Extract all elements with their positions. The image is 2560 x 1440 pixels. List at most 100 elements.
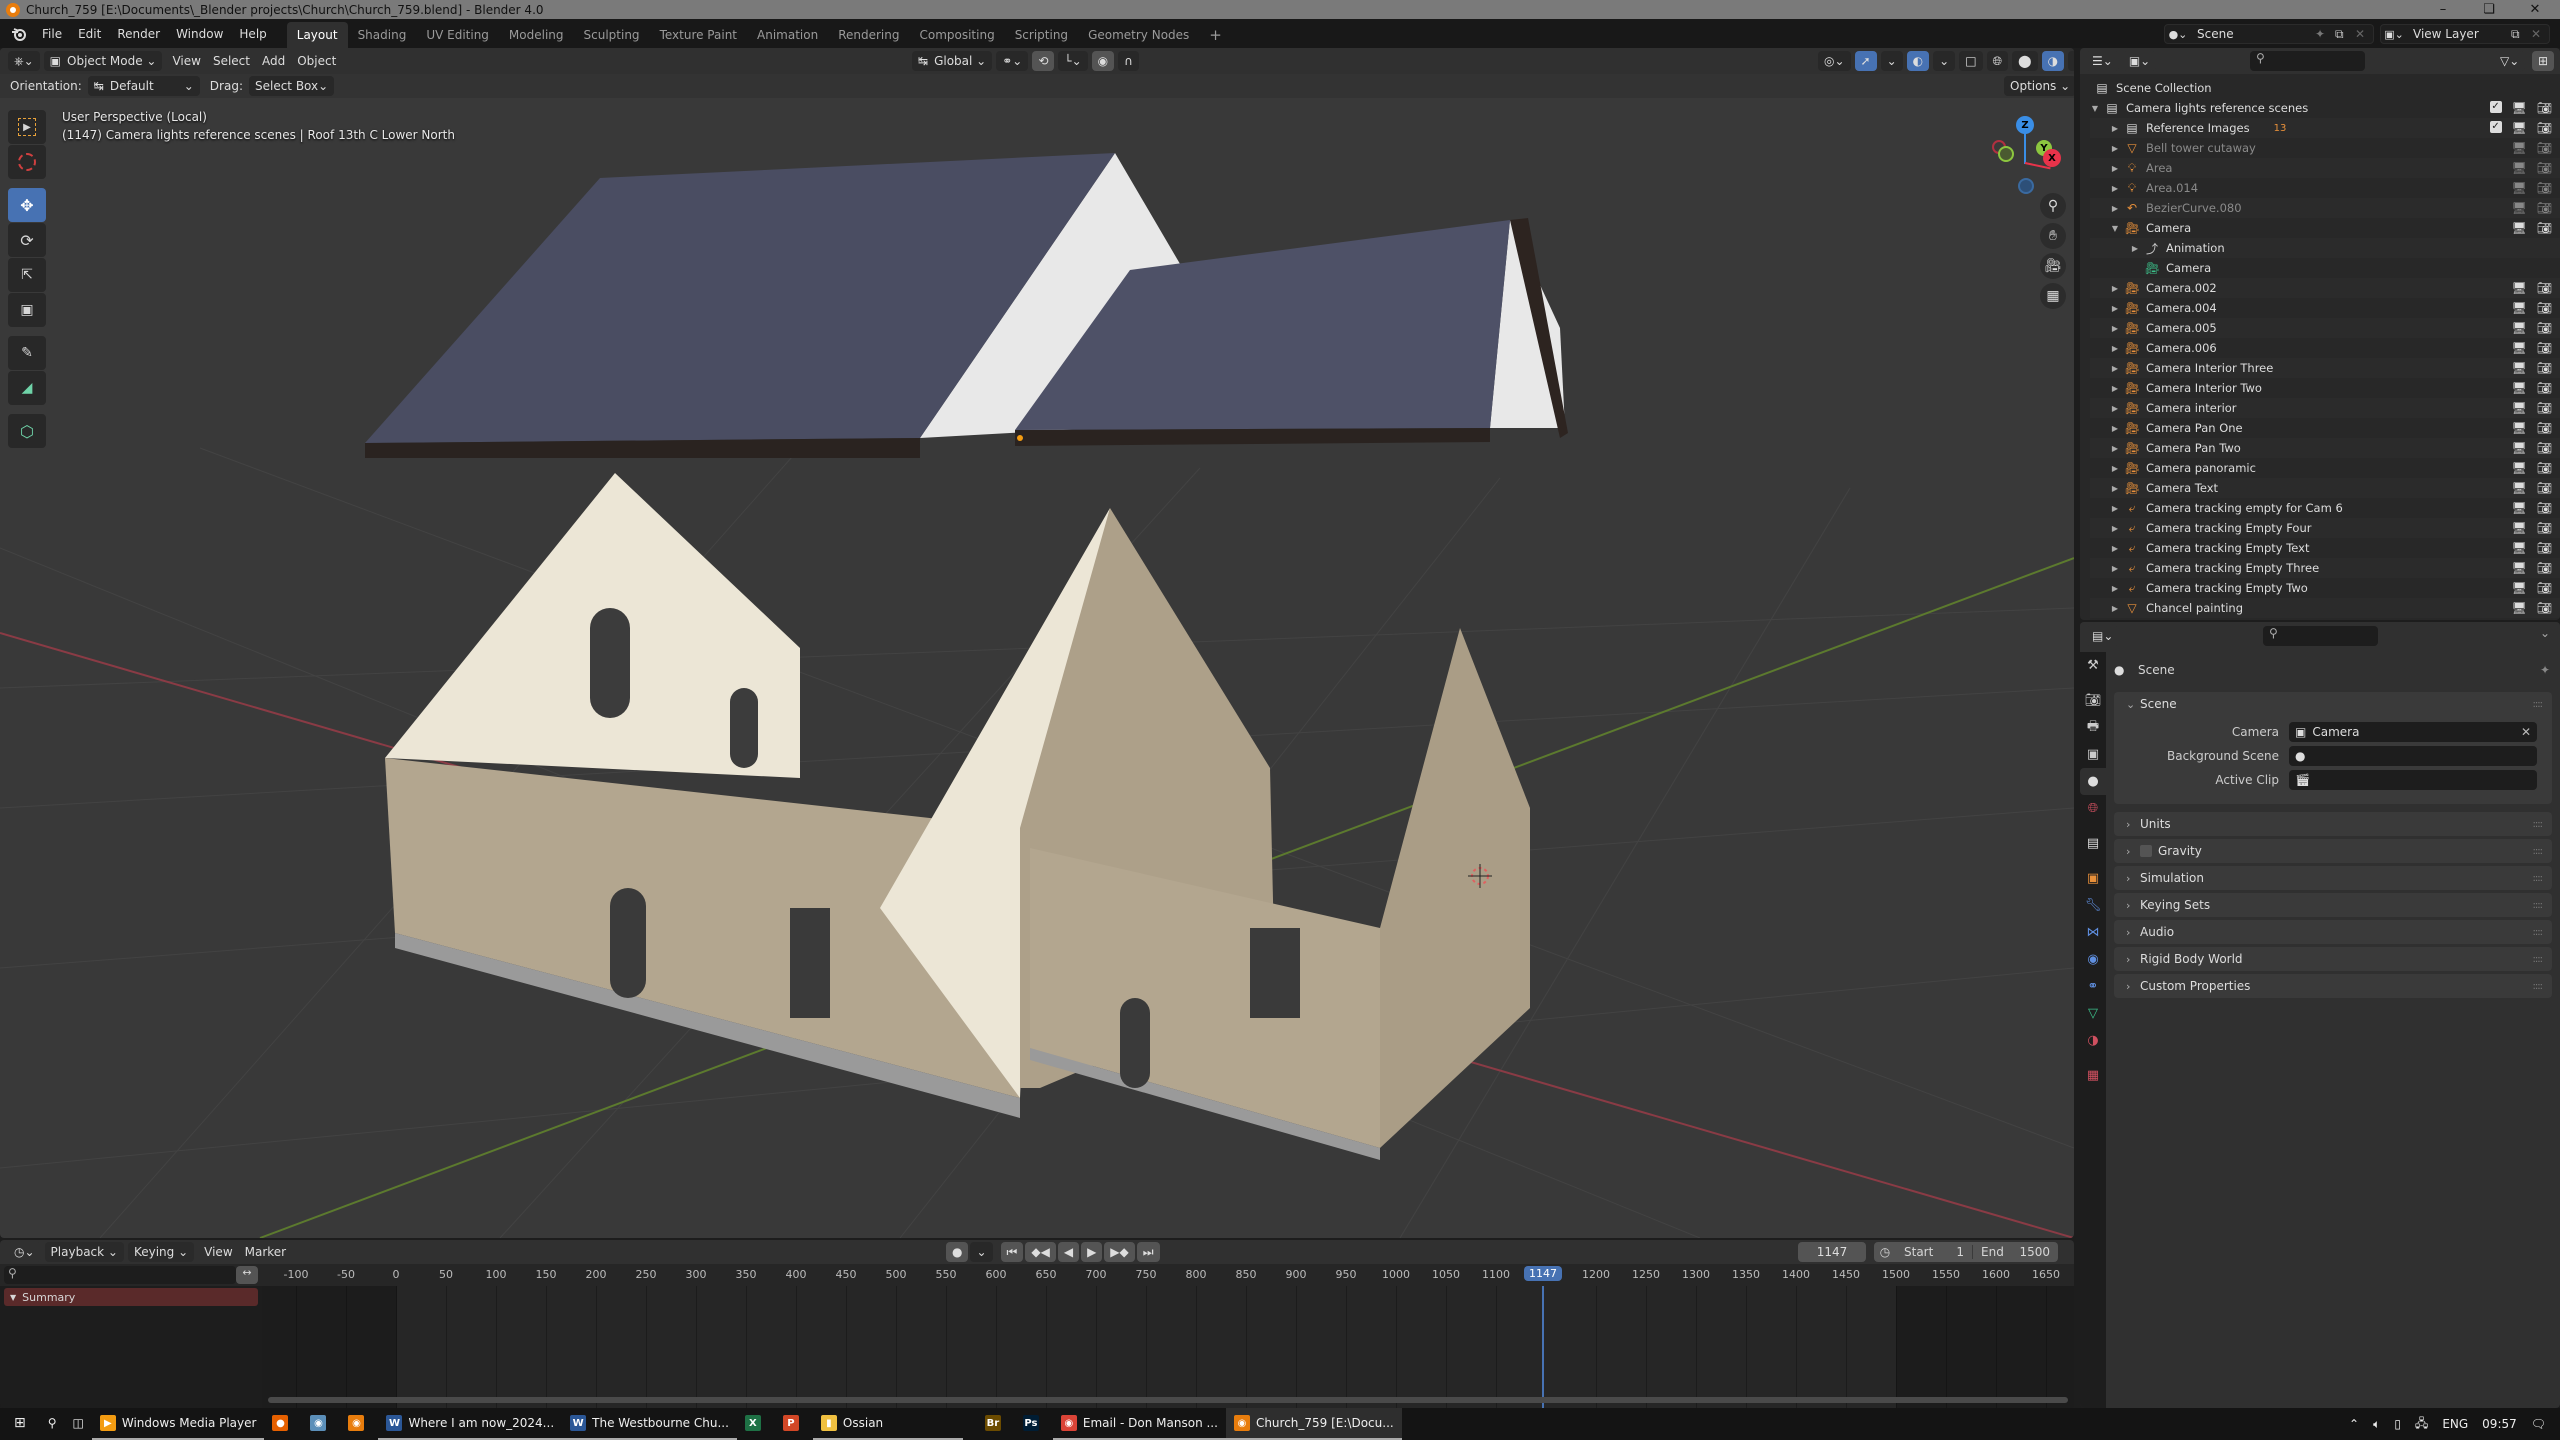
playhead-line[interactable] — [1542, 1286, 1544, 1408]
clear-camera-icon[interactable]: ✕ — [2521, 725, 2531, 739]
summary-channel[interactable]: ▼ Summary — [4, 1288, 258, 1306]
outliner-row[interactable]: 🎥︎ Camera — [2090, 258, 2560, 278]
sync-channels-toggle[interactable]: ↔ — [236, 1266, 258, 1284]
outliner-row[interactable]: ▼ 🎥︎ Camera 🖥︎ 📷︎ — [2090, 218, 2560, 238]
menu-help[interactable]: Help — [231, 27, 274, 41]
tab-rendering[interactable]: Rendering — [828, 22, 909, 48]
expand-triangle-right-icon[interactable]: ▶ — [2110, 544, 2120, 553]
delete-scene-icon[interactable]: ✕ — [2355, 27, 2373, 41]
panel-gravity[interactable]: › Gravity:::: — [2114, 839, 2552, 863]
measure-tool[interactable]: ◢ — [8, 371, 46, 405]
notifications-icon[interactable]: 🗨︎ — [2531, 1417, 2546, 1431]
outliner-row[interactable]: ▶ 🎥︎ Camera.002 🖥︎ 📷︎ — [2090, 278, 2560, 298]
viewport-visibility-icon[interactable]: 🖥︎ — [2512, 121, 2527, 135]
menu-window[interactable]: Window — [168, 27, 231, 41]
orientation-dropdown[interactable]: ↹ Default ⌄ — [87, 76, 200, 96]
playhead-frame-label[interactable]: 1147 — [1524, 1266, 1562, 1281]
gravity-checkbox[interactable] — [2140, 845, 2152, 857]
clock[interactable]: 09:57 — [2482, 1417, 2517, 1431]
outliner-row[interactable]: ▶ 🎥︎ Camera Interior Two 🖥︎ 📷︎ — [2090, 378, 2560, 398]
close-button[interactable]: ✕ — [2512, 0, 2558, 19]
overlay-dropdown[interactable]: ⌄ — [1933, 51, 1956, 71]
expand-triangle-right-icon[interactable]: ▶ — [2110, 444, 2120, 453]
keyframe-area[interactable] — [262, 1286, 2074, 1408]
tray-overflow-icon[interactable]: ⌃ — [2349, 1417, 2359, 1431]
outliner-row[interactable]: ▶ ⤶ Camera tracking Empty Four 🖥︎ 📷︎ — [2090, 518, 2560, 538]
network-icon[interactable]: 🖧︎ — [2415, 1414, 2428, 1435]
tab-data[interactable]: ▽ — [2080, 1000, 2106, 1027]
outliner-editor-type[interactable]: ☰⌄ — [2086, 51, 2119, 71]
render-enabled-icon[interactable]: 📷︎ — [2537, 381, 2552, 395]
usb-icon[interactable]: ▯ — [2394, 1417, 2401, 1431]
proportional-edit-toggle[interactable]: ◉ — [1091, 51, 1115, 71]
volume-icon[interactable]: 🔈︎ — [2373, 1417, 2380, 1432]
tab-object[interactable]: ▣ — [2080, 865, 2106, 892]
drag-handle-icon[interactable]: :::: — [2533, 699, 2544, 710]
mode-dropdown[interactable]: ▣ Object Mode ⌄ — [43, 51, 163, 71]
expand-triangle-right-icon[interactable]: ▶ — [2110, 464, 2120, 473]
render-enabled-icon[interactable]: 📷︎ — [2537, 121, 2552, 135]
tab-modeling[interactable]: Modeling — [499, 22, 574, 48]
tab-compositing[interactable]: Compositing — [909, 22, 1004, 48]
render-enabled-icon[interactable]: 📷︎ — [2537, 541, 2552, 555]
viewport-visibility-icon[interactable]: 🖥︎ — [2512, 521, 2527, 535]
display-mode-dropdown[interactable]: ▣⌄ — [2122, 51, 2157, 71]
snap-toggle[interactable]: ⟲ — [1032, 51, 1055, 71]
tab-scene[interactable]: ● — [2080, 768, 2106, 795]
camera-field[interactable]: ▣ Camera ✕ — [2289, 722, 2537, 742]
tab-output[interactable]: 🖶︎ — [2080, 714, 2106, 741]
panel-units[interactable]: › Units:::: — [2114, 812, 2552, 836]
viewport-visibility-icon[interactable]: 🖥︎ — [2512, 361, 2527, 375]
viewport-visibility-icon[interactable]: 🖥︎ — [2512, 201, 2527, 215]
menu-edit[interactable]: Edit — [70, 27, 109, 41]
viewport-visibility-icon[interactable]: 🖥︎ — [2512, 481, 2527, 495]
timeline-scrollbar[interactable] — [268, 1397, 2068, 1403]
viewport-visibility-icon[interactable]: 🖥︎ — [2512, 341, 2527, 355]
expand-triangle-right-icon[interactable]: ▶ — [2110, 364, 2120, 373]
expand-triangle-right-icon[interactable]: ▶ — [2110, 124, 2120, 133]
prev-keyframe-button[interactable]: ◆◀ — [1025, 1242, 1056, 1262]
add-workspace-button[interactable]: + — [1199, 22, 1232, 48]
expand-triangle-right-icon[interactable]: ▶ — [2110, 424, 2120, 433]
tab-view-layer[interactable]: ▣ — [2080, 741, 2106, 768]
taskbar-bridge-button[interactable]: Br — [977, 1408, 1015, 1440]
outliner-row[interactable]: ▶ 💡︎ Area.014 🖥︎ 📷︎ — [2090, 178, 2560, 198]
auto-keying-toggle[interactable]: ● — [946, 1242, 969, 1262]
select-box-tool[interactable]: ▶ — [8, 110, 46, 144]
jump-to-end-button[interactable]: ⏭︎ — [1136, 1242, 1160, 1262]
snap-target-dropdown[interactable]: └⌄ — [1058, 51, 1088, 71]
frame-ruler[interactable]: -100 -50 0 50 100 150 200 250 300 350 400 450 500 550… — [0, 1264, 2074, 1286]
outliner-row[interactable]: ▶ 🎥︎ Camera panoramic 🖥︎ 📷︎ — [2090, 458, 2560, 478]
zoom-view-button[interactable]: ⚲ — [2040, 193, 2066, 219]
outliner-row[interactable]: ▶ 🎥︎ Camera Pan One 🖥︎ 📷︎ — [2090, 418, 2560, 438]
taskbar-excel-button[interactable]: X — [737, 1408, 775, 1440]
gizmo-neg-y[interactable] — [1998, 146, 2014, 162]
menu-view[interactable]: View — [166, 54, 206, 68]
gizmo-neg-z[interactable] — [2018, 178, 2034, 194]
play-button[interactable]: ▶ — [1081, 1242, 1103, 1262]
render-disabled-icon[interactable]: 📷︎ — [2537, 181, 2552, 195]
transform-orientation-dropdown[interactable]: ↹ Global ⌄ — [912, 51, 993, 71]
start-button[interactable]: ⊞ — [0, 1408, 40, 1440]
render-enabled-icon[interactable]: 📷︎ — [2537, 501, 2552, 515]
tab-physics[interactable]: ◉ — [2080, 946, 2106, 973]
expand-triangle-right-icon[interactable]: ▶ — [2110, 384, 2120, 393]
render-enabled-icon[interactable]: 📷︎ — [2537, 581, 2552, 595]
expand-triangle-right-icon[interactable]: ▶ — [2110, 604, 2120, 613]
channel-search-input[interactable]: ⚲ — [4, 1266, 236, 1284]
drag-dropdown[interactable]: Select Box ⌄ — [248, 76, 335, 96]
expand-triangle-right-icon[interactable]: ▶ — [2110, 484, 2120, 493]
viewport-visibility-icon[interactable]: 🖥︎ — [2512, 381, 2527, 395]
new-collection-button[interactable]: ⊞ — [2532, 51, 2555, 71]
render-enabled-icon[interactable]: 📷︎ — [2537, 281, 2552, 295]
expand-triangle-right-icon[interactable]: ▶ — [2110, 524, 2120, 533]
viewport-visibility-icon[interactable]: 🖥︎ — [2512, 581, 2527, 595]
tab-texture-paint[interactable]: Texture Paint — [650, 22, 747, 48]
new-view-layer-icon[interactable]: ⧉ — [2511, 27, 2531, 42]
render-enabled-icon[interactable]: 📷︎ — [2537, 361, 2552, 375]
render-enabled-icon[interactable]: 📷︎ — [2537, 441, 2552, 455]
menu-render[interactable]: Render — [109, 27, 168, 41]
pan-view-button[interactable]: ✋︎ — [2040, 223, 2066, 249]
tab-particles[interactable]: ⋈ — [2080, 919, 2106, 946]
outliner-row[interactable]: ▶ 🎥︎ Camera Interior Three 🖥︎ 📷︎ — [2090, 358, 2560, 378]
